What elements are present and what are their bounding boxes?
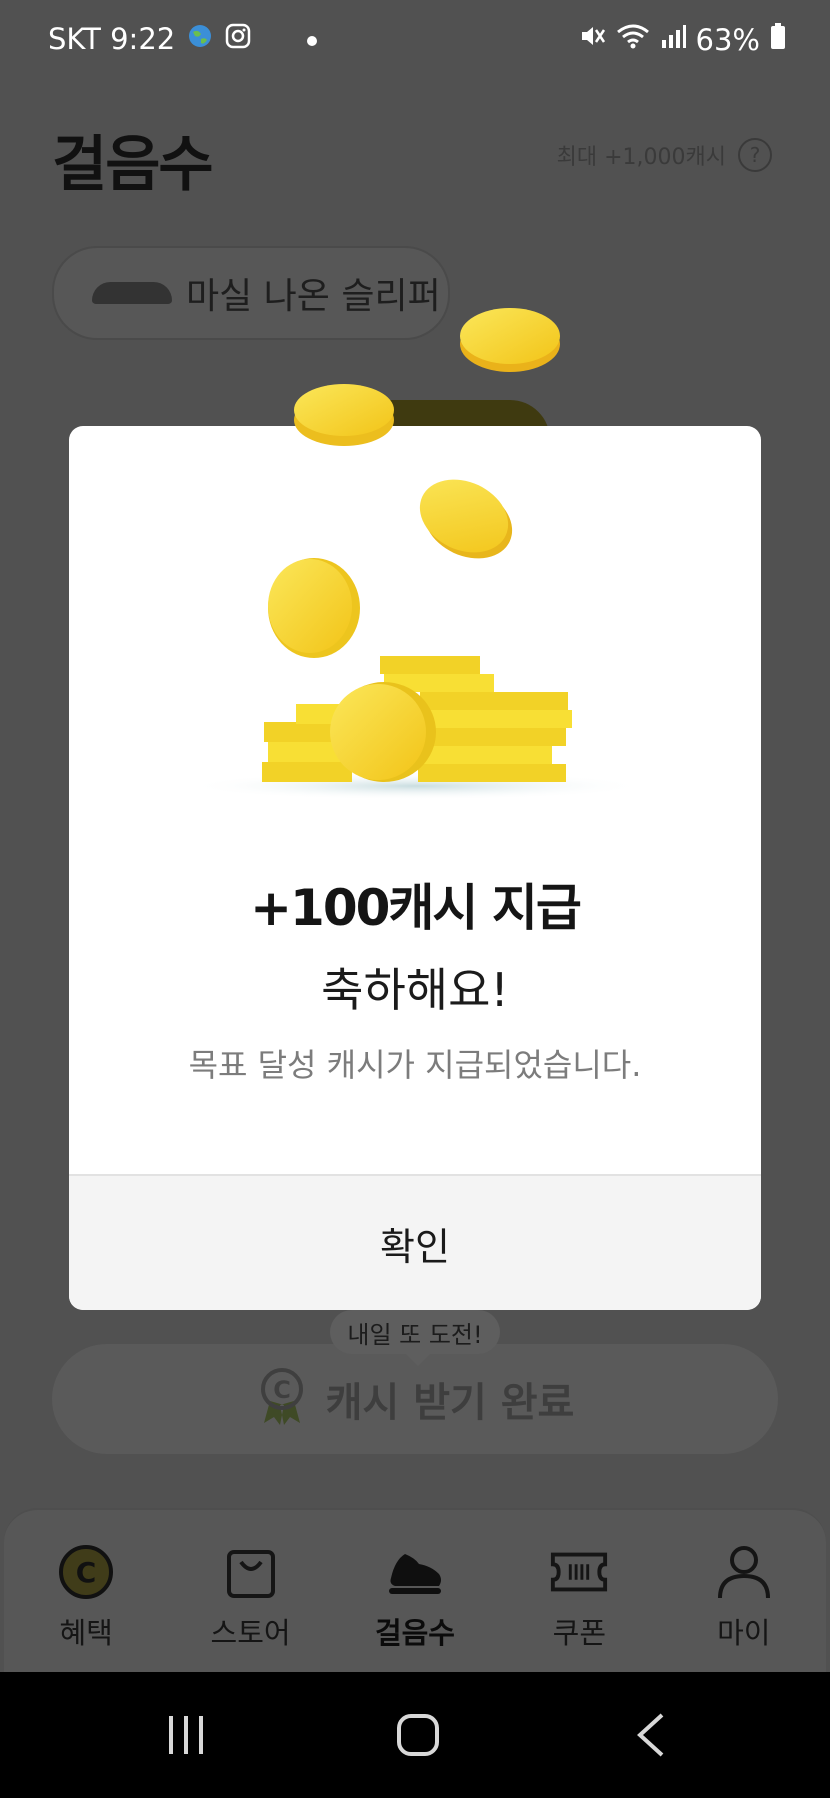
- flying-coin: [460, 308, 560, 372]
- tab-store[interactable]: 스토어: [176, 1510, 326, 1675]
- status-bar: SKT 9:22 63%: [0, 0, 830, 80]
- reward-dialog: +100캐시 지급 축하해요! 목표 달성 캐시가 지급되었습니다. 확인: [69, 426, 761, 1310]
- instagram-icon: [225, 22, 251, 56]
- tab-label: 마이: [717, 1616, 771, 1650]
- confirm-label: 확인: [380, 1224, 450, 1269]
- notification-dot: [307, 36, 317, 46]
- bottom-tab-bar: C 혜택 스토어 걸음수 쿠폰 마이: [4, 1508, 826, 1675]
- tooltip-challenge: 내일 또 도전!: [330, 1310, 500, 1366]
- svg-text:C: C: [76, 1556, 97, 1589]
- signal-icon: [660, 23, 686, 57]
- battery-icon: [770, 22, 786, 57]
- home-icon[interactable]: [396, 1712, 440, 1762]
- max-cash-info: 최대 +1,000캐시 ?: [557, 138, 772, 172]
- dialog-subtitle: 축하해요!: [321, 963, 509, 1017]
- system-navigation-bar: [0, 1672, 830, 1798]
- back-icon[interactable]: [636, 1712, 666, 1762]
- shopping-bag-icon: [221, 1542, 281, 1602]
- globe-icon: [187, 22, 213, 56]
- mute-icon: [578, 22, 606, 57]
- tab-label: 쿠폰: [552, 1616, 607, 1650]
- medal-icon: C: [256, 1367, 308, 1431]
- tab-label: 혜택: [59, 1616, 113, 1650]
- carrier-time: SKT 9:22: [48, 22, 176, 56]
- tab-label: 스토어: [210, 1616, 291, 1650]
- page-title: 걸음수: [52, 130, 214, 200]
- battery-percent: 63%: [695, 22, 760, 57]
- screen: SKT 9:22 63% 걸음수 최대 +1,000캐시 ? 마실 나온 슬리퍼…: [0, 0, 830, 1798]
- level-badge-label: 마실 나온 슬리퍼: [186, 276, 441, 317]
- tab-benefits[interactable]: C 혜택: [11, 1510, 161, 1675]
- sneaker-icon: [385, 1542, 445, 1602]
- ticket-icon: [549, 1542, 609, 1602]
- max-cash-label: 최대 +1,000캐시: [556, 145, 726, 170]
- tab-label: 걸음수: [374, 1616, 455, 1650]
- help-icon[interactable]: ?: [738, 138, 772, 172]
- person-icon: [714, 1542, 774, 1602]
- tab-coupon[interactable]: 쿠폰: [504, 1510, 654, 1675]
- tab-my[interactable]: 마이: [669, 1510, 819, 1675]
- confirm-button[interactable]: 확인: [69, 1174, 761, 1310]
- dialog-title: +100캐시 지급: [250, 879, 582, 937]
- wifi-icon: [616, 22, 650, 57]
- level-badge[interactable]: 마실 나온 슬리퍼: [52, 246, 450, 340]
- recent-apps-icon[interactable]: [165, 1712, 207, 1762]
- cash-c-icon: C: [56, 1542, 116, 1602]
- svg-text:C: C: [273, 1376, 291, 1404]
- cash-received-label: 캐시 받기 완료: [325, 1380, 575, 1426]
- tab-steps[interactable]: 걸음수: [340, 1510, 490, 1675]
- dialog-description: 목표 달성 캐시가 지급되었습니다.: [188, 1046, 642, 1084]
- slipper-icon: [92, 282, 172, 304]
